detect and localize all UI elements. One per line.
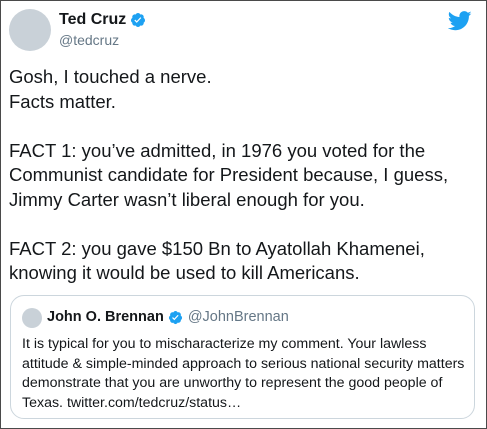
verified-badge-icon (131, 13, 146, 27)
tweet-text: Gosh, I touched a nerve. Facts matter. F… (9, 66, 449, 283)
quoted-author-row: John O. Brennan @JohnBrennan (47, 309, 289, 325)
quoted-tweet[interactable]: John O. Brennan @JohnBrennan It is typic… (10, 295, 475, 419)
author-name-row: Ted Cruz (59, 11, 146, 29)
quoted-author-handle: @JohnBrennan (187, 309, 289, 325)
quoted-author-name: John O. Brennan (47, 309, 164, 325)
tweet-card: Ted Cruz @tedcruz Gosh, I touched a nerv… (0, 0, 487, 429)
twitter-bird-icon[interactable] (448, 11, 472, 31)
author-avatar[interactable] (9, 9, 51, 51)
quoted-author-avatar (22, 308, 42, 328)
author-handle[interactable]: @tedcruz (59, 32, 119, 48)
verified-badge-icon (168, 310, 182, 324)
quoted-tweet-text: It is typical for you to mischaracterize… (22, 336, 465, 411)
author-name[interactable]: Ted Cruz (59, 11, 126, 29)
